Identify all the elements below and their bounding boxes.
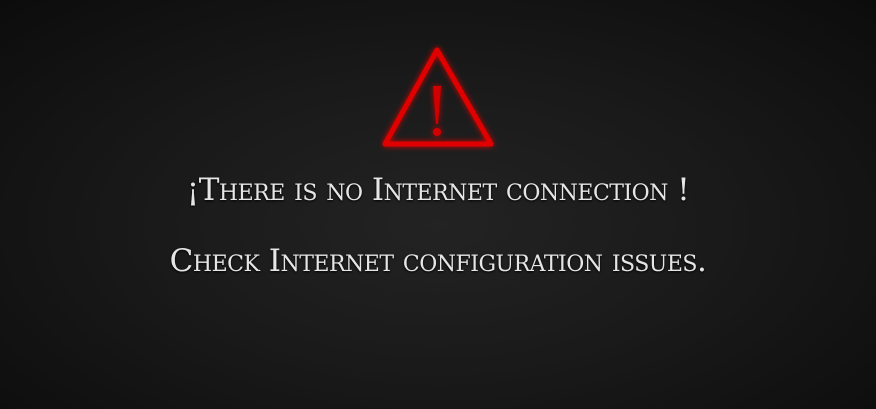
- error-detail: Check Internet configuration issues.: [169, 243, 707, 279]
- error-message: ¡There is no Internet connection ! Check…: [150, 155, 726, 297]
- error-title: ¡There is no Internet connection !: [186, 172, 690, 208]
- warning-triangle-icon: [382, 47, 494, 147]
